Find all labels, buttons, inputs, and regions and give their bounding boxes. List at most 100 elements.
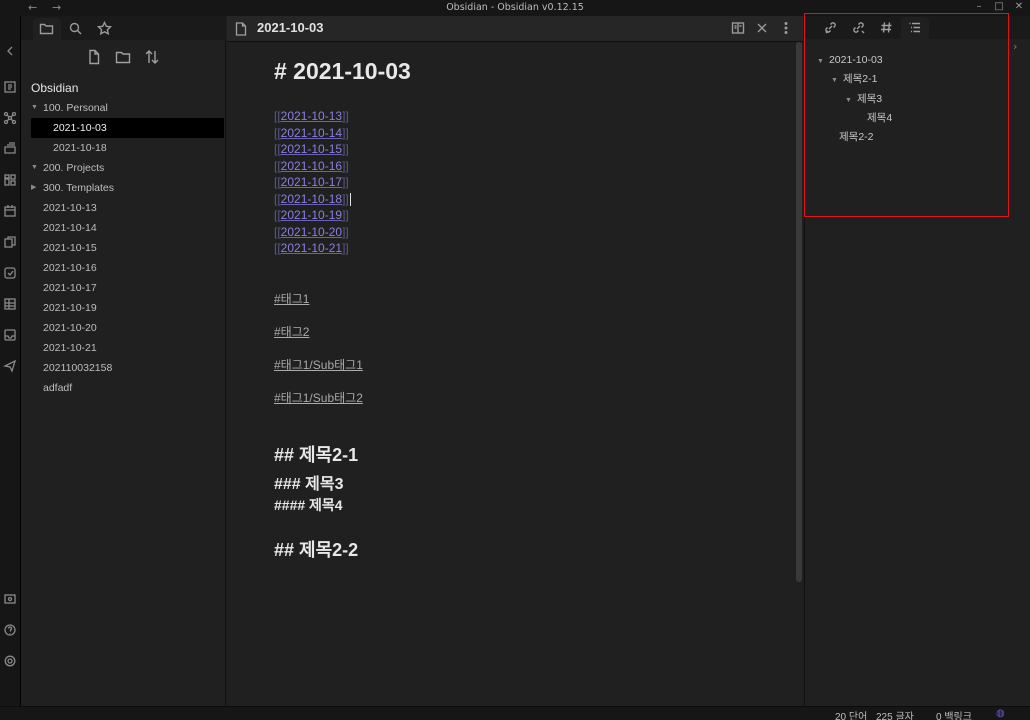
templates-icon[interactable] — [3, 235, 17, 249]
tab-outgoing-links[interactable] — [845, 17, 873, 39]
outline-item[interactable]: ▼ 2021-10-03 — [817, 51, 883, 69]
left-tab-bar — [21, 16, 226, 40]
send-icon[interactable] — [3, 359, 17, 373]
word-count: 20 단어 — [835, 712, 868, 720]
maximize-button[interactable]: □ — [990, 1, 1008, 12]
link-text[interactable]: 2021-10-15 — [281, 142, 342, 156]
internal-link[interactable]: [[2021-10-19]] — [274, 208, 349, 222]
checklist-icon[interactable] — [3, 266, 17, 280]
calendar-grid-icon[interactable] — [3, 173, 17, 187]
link-text[interactable]: 2021-10-19 — [281, 208, 342, 222]
internal-link[interactable]: [[2021-10-18]] — [274, 192, 351, 206]
sync-status-icon[interactable]: ◍ — [996, 708, 1005, 719]
link-bracket-open: [[ — [274, 241, 281, 255]
editor-scrollbar[interactable] — [796, 42, 802, 582]
star-icon — [97, 21, 112, 36]
file-item[interactable]: 2021-10-03 — [31, 118, 224, 138]
tab-backlinks[interactable] — [817, 17, 845, 39]
sidebar-collapse-icon[interactable] — [3, 44, 17, 58]
folder-item[interactable]: ▼ 200. Projects — [31, 158, 224, 178]
link-bracket-close: ]] — [342, 109, 349, 123]
open-quick-switcher-icon[interactable] — [3, 80, 17, 94]
outline-item[interactable]: ▼ 제목3 — [845, 90, 882, 108]
link-bracket-close: ]] — [342, 158, 349, 173]
link-text[interactable]: 2021-10-14 — [281, 126, 342, 140]
help-icon[interactable] — [3, 623, 17, 637]
tab-outline[interactable] — [901, 17, 929, 39]
title-bar: ← → Obsidian - Obsidian v0.12.15 – □ ✕ — [0, 0, 1030, 16]
tab-search[interactable] — [62, 18, 90, 40]
file-icon — [235, 22, 247, 36]
internal-link[interactable]: [[2021-10-13]] — [274, 109, 349, 123]
chevron-down-icon[interactable]: ▼ — [31, 158, 38, 178]
outline-item[interactable]: ▼ 제목2-1 — [831, 70, 877, 88]
file-item[interactable]: 2021-10-21 — [31, 338, 224, 358]
tab-tags[interactable] — [873, 17, 901, 39]
daily-note-icon[interactable] — [3, 204, 17, 218]
tree-item-label: 2021-10-15 — [43, 242, 97, 254]
link-text[interactable]: 2021-10-21 — [281, 241, 342, 255]
chevron-down-icon[interactable]: ▼ — [831, 77, 838, 84]
vault-name: Obsidian — [31, 81, 79, 95]
chevron-right-icon[interactable]: ▶ — [31, 178, 36, 198]
link-bracket-close: ]] — [342, 191, 349, 206]
open-kanban-icon[interactable] — [3, 142, 17, 156]
tree-item-label: 100. Personal — [43, 102, 108, 114]
tree-item-label: adfadf — [43, 382, 73, 394]
link-bracket-open: [[ — [274, 142, 281, 156]
close-window-button[interactable]: ✕ — [1010, 1, 1028, 12]
sort-button[interactable] — [138, 48, 166, 70]
link-text[interactable]: 2021-10-18 — [281, 192, 342, 206]
file-item[interactable]: 2021-10-17 — [31, 278, 224, 298]
graph-view-icon[interactable] — [3, 111, 17, 125]
new-folder-button[interactable] — [109, 48, 137, 70]
internal-link[interactable]: [[2021-10-20]] — [274, 225, 349, 239]
inbox-icon[interactable] — [3, 328, 17, 342]
chevron-down-icon[interactable]: ▼ — [845, 97, 852, 104]
outline-item-label: 2021-10-03 — [828, 54, 883, 66]
file-item[interactable]: 2021-10-20 — [31, 318, 224, 338]
link-text[interactable]: 2021-10-16 — [281, 159, 342, 173]
chevron-down-icon[interactable]: ▼ — [817, 58, 824, 65]
file-item[interactable]: 2021-10-16 — [31, 258, 224, 278]
new-note-icon — [89, 49, 100, 65]
tab-starred[interactable] — [91, 18, 119, 40]
link-text[interactable]: 2021-10-20 — [281, 225, 342, 239]
file-item[interactable]: 2021-10-19 — [31, 298, 224, 318]
heading-h2: ## 제목2-2 — [274, 540, 359, 560]
internal-link[interactable]: [[2021-10-21]] — [274, 241, 349, 255]
link-text[interactable]: 2021-10-17 — [281, 175, 342, 189]
editor-content[interactable]: # 2021-10-03 [[2021-10-13]] [[2021-10-14]… — [274, 16, 784, 706]
tag-link[interactable]: #태그2 — [274, 323, 309, 340]
vault-switch-icon[interactable] — [3, 592, 17, 606]
chevron-down-icon[interactable]: ▼ — [31, 98, 38, 118]
tab-file-explorer[interactable] — [33, 18, 61, 40]
tag-link[interactable]: #태그1/Sub태그2 — [274, 389, 363, 406]
minimize-button[interactable]: – — [970, 1, 988, 12]
file-item[interactable]: 2021-10-15 — [31, 238, 224, 258]
new-folder-icon — [115, 51, 131, 64]
file-item[interactable]: 2021-10-14 — [31, 218, 224, 238]
right-sidebar-toggle-icon[interactable]: › — [1013, 40, 1017, 53]
tag-link[interactable]: #태그1/Sub태그1 — [274, 356, 363, 373]
internal-link[interactable]: [[2021-10-14]] — [274, 126, 349, 140]
link-bracket-open: [[ — [274, 109, 281, 123]
file-item[interactable]: 202110032158 — [31, 358, 224, 378]
internal-link[interactable]: [[2021-10-17]] — [274, 175, 349, 189]
file-item[interactable]: 2021-10-18 — [31, 138, 224, 158]
internal-link[interactable]: [[2021-10-15]] — [274, 142, 349, 156]
outline-item[interactable]: 제목2-2 — [839, 128, 874, 146]
folder-item[interactable]: ▼ 100. Personal — [31, 98, 224, 118]
folder-item[interactable]: ▶ 300. Templates — [31, 178, 224, 198]
link-bracket-close: ]] — [342, 241, 349, 255]
tag-link[interactable]: #태그1 — [274, 290, 309, 307]
internal-link[interactable]: [[2021-10-16]] — [274, 159, 349, 173]
settings-icon[interactable] — [3, 654, 17, 668]
link-text[interactable]: 2021-10-13 — [281, 109, 342, 123]
search-icon — [69, 22, 82, 35]
new-note-button[interactable] — [80, 48, 108, 70]
file-item[interactable]: adfadf — [31, 378, 224, 398]
outline-item[interactable]: 제목4 — [867, 109, 892, 127]
file-item[interactable]: 2021-10-13 — [31, 198, 224, 218]
table-icon[interactable] — [3, 297, 17, 311]
